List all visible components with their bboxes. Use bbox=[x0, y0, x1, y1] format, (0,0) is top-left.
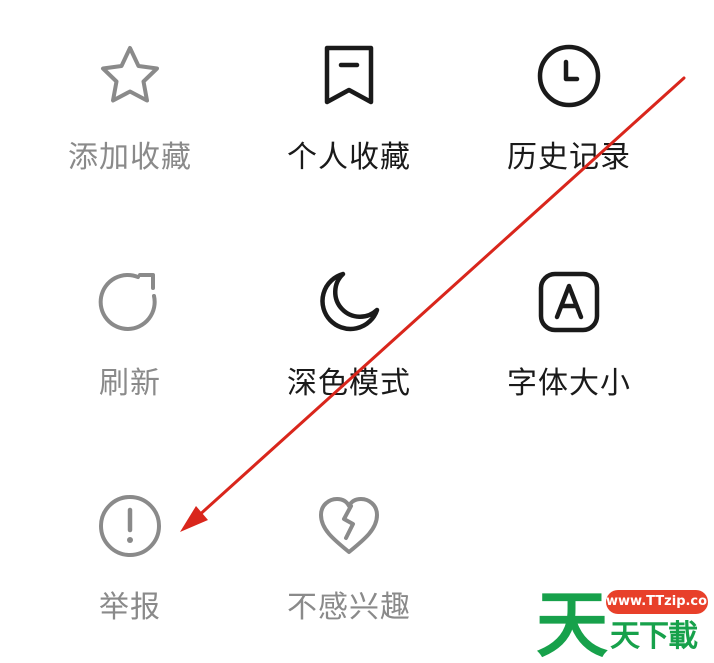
bookmark-icon bbox=[313, 40, 385, 112]
menu-item-label: 举报 bbox=[99, 590, 161, 625]
menu-item-font-size[interactable]: 字体大小 bbox=[474, 230, 664, 401]
watermark-logo: 天 bbox=[536, 584, 608, 660]
menu-item-label: 字体大小 bbox=[507, 366, 631, 401]
star-icon bbox=[94, 40, 166, 112]
refresh-icon bbox=[94, 266, 166, 338]
menu-item-add-favorite[interactable]: 添加收藏 bbox=[35, 4, 225, 175]
menu-item-label: 个人收藏 bbox=[287, 140, 411, 175]
menu-item-label: 不感兴趣 bbox=[287, 590, 411, 625]
share-menu-panel: 添加收藏 个人收藏 历史记录 刷新 深色模式 字体大小 举报 不感兴趣 天 ww… bbox=[0, 0, 714, 663]
menu-item-label: 深色模式 bbox=[287, 366, 411, 401]
watermark-url: www.TTzip.com bbox=[606, 590, 708, 614]
moon-icon bbox=[313, 266, 385, 338]
menu-item-label: 历史记录 bbox=[507, 140, 631, 175]
watermark-logo-glyph: 天 bbox=[536, 584, 608, 660]
font-size-icon bbox=[533, 266, 605, 338]
menu-item-refresh[interactable]: 刷新 bbox=[35, 230, 225, 401]
watermark-text: 天下載 bbox=[610, 619, 698, 654]
report-icon bbox=[94, 490, 166, 562]
menu-item-label: 刷新 bbox=[99, 366, 161, 401]
menu-item-label: 添加收藏 bbox=[68, 140, 192, 175]
broken-heart-icon bbox=[313, 490, 385, 562]
menu-item-history[interactable]: 历史记录 bbox=[474, 4, 664, 175]
site-watermark: 天 www.TTzip.com 天下載 bbox=[532, 584, 710, 660]
clock-icon bbox=[533, 40, 605, 112]
menu-item-dark-mode[interactable]: 深色模式 bbox=[254, 230, 444, 401]
menu-item-report[interactable]: 举报 bbox=[35, 454, 225, 625]
menu-item-not-interested[interactable]: 不感兴趣 bbox=[254, 454, 444, 625]
menu-item-my-favorites[interactable]: 个人收藏 bbox=[254, 4, 444, 175]
